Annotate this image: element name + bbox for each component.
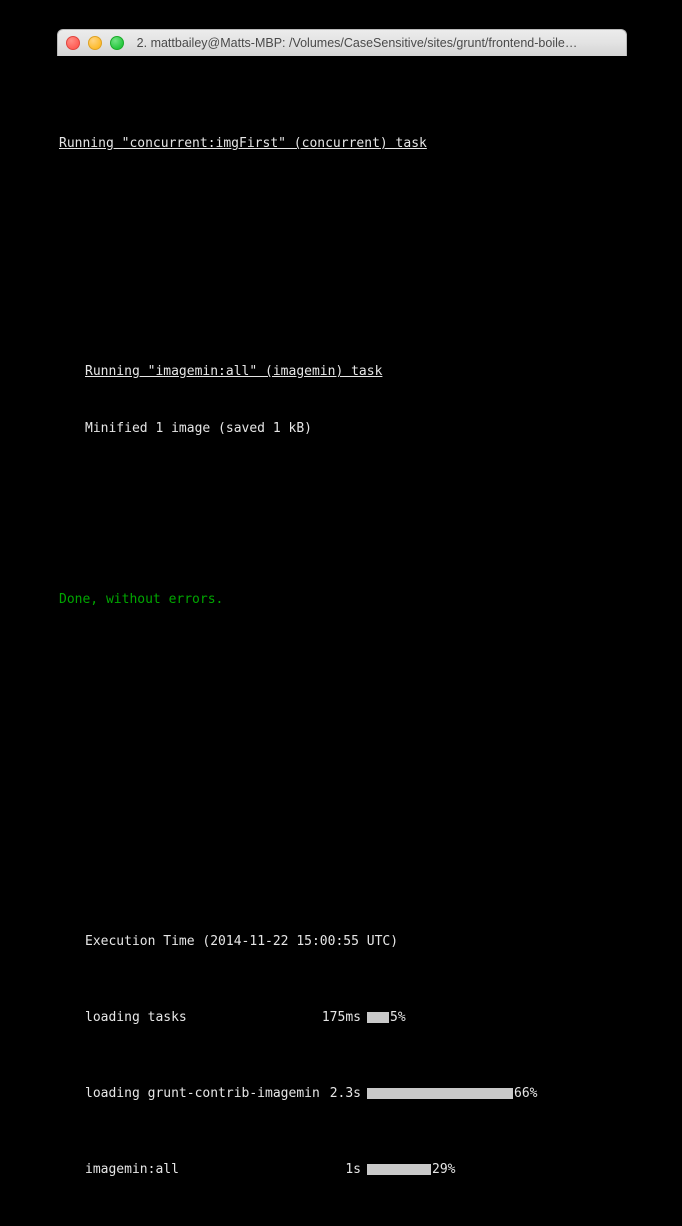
- minified-text: Minified 1 image (saved 1 kB): [85, 421, 312, 436]
- window-title-bar[interactable]: 2. mattbailey@Matts-MBP: /Volumes/CaseSe…: [57, 29, 627, 56]
- row-duration: 1s: [345, 1162, 361, 1177]
- close-button-icon[interactable]: [66, 36, 80, 50]
- row-bar-group: 5%: [367, 1008, 406, 1027]
- window-title: 2. mattbailey@Matts-MBP: /Volumes/CaseSe…: [136, 36, 578, 50]
- row-label: loading tasks: [85, 1010, 187, 1025]
- row-bar-group: 66%: [367, 1084, 537, 1103]
- done-inner-text: Done, without errors.: [59, 592, 224, 607]
- table-row: loading grunt-contrib-imagemin 2.3s 66%: [0, 1084, 682, 1103]
- running-concurrent-text: Running "concurrent:imgFirst" (concurren…: [59, 136, 427, 151]
- row-label: loading grunt-contrib-imagemin: [85, 1086, 320, 1101]
- row-percent: 5%: [390, 1010, 406, 1025]
- output-line-running-imagemin: Running "imagemin:all" (imagemin) task: [0, 362, 682, 381]
- terminal-window: 2. mattbailey@Matts-MBP: /Volumes/CaseSe…: [0, 0, 682, 1177]
- row-duration: 175ms: [321, 1010, 361, 1025]
- output-line-minified: Minified 1 image (saved 1 kB): [0, 419, 682, 438]
- table-row: loading tasks 175ms 5%: [0, 1008, 682, 1027]
- execution-time-table-inner: Execution Time (2014-11-22 15:00:55 UTC)…: [0, 875, 682, 1226]
- output-line-running-concurrent: Running "concurrent:imgFirst" (concurren…: [0, 134, 682, 153]
- minimize-button-icon[interactable]: [88, 36, 102, 50]
- table-row: imagemin:all 1s 29%: [0, 1160, 682, 1179]
- maximize-button-icon[interactable]: [110, 36, 124, 50]
- terminal-output[interactable]: Running "concurrent:imgFirst" (concurren…: [0, 56, 682, 1177]
- row-bar: [367, 1164, 431, 1175]
- exec-table-1-header: Execution Time (2014-11-22 15:00:55 UTC): [0, 932, 682, 951]
- row-percent: 29%: [432, 1162, 456, 1177]
- row-bar: [367, 1012, 389, 1023]
- row-bar: [367, 1088, 513, 1099]
- exec-table-1-header-label: Execution Time: [85, 934, 195, 949]
- running-imagemin-text: Running "imagemin:all" (imagemin) task: [85, 364, 383, 379]
- row-label: imagemin:all: [85, 1162, 179, 1177]
- row-percent: 66%: [514, 1086, 538, 1101]
- output-line-done-inner: Done, without errors.: [0, 590, 682, 609]
- exec-table-1-header-time: (2014-11-22 15:00:55 UTC): [202, 934, 399, 949]
- window-controls: [66, 36, 124, 50]
- row-duration: 2.3s: [329, 1086, 361, 1101]
- row-bar-group: 29%: [367, 1160, 455, 1179]
